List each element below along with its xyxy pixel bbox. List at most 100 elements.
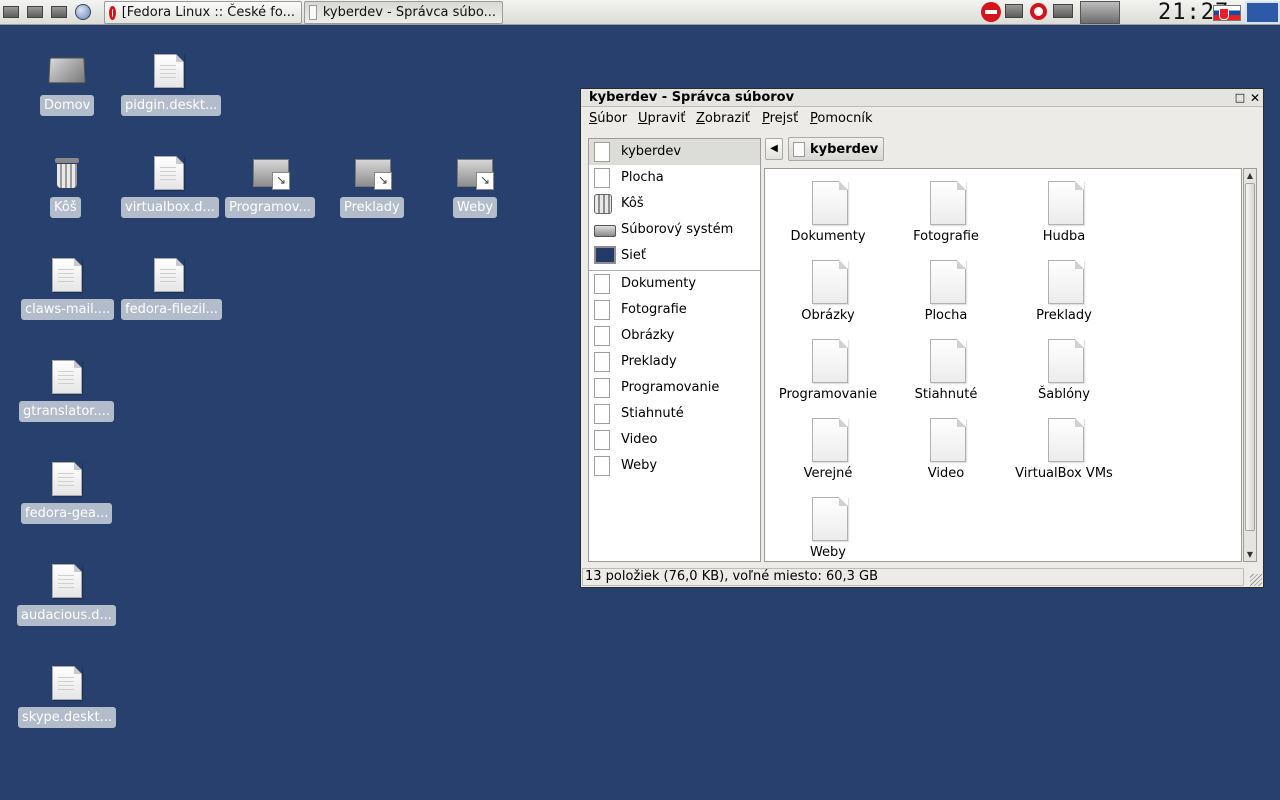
file-icon-view[interactable]: Dokumenty Fotografie Hudba Obrázky Ploch… [764,168,1242,562]
file-label: Plocha [924,308,968,323]
bookmark-obrazky[interactable]: Obrázky [589,323,760,349]
desktop-icon-filezilla[interactable]: fedora-filezil... [117,256,223,324]
side-item-kyberdev[interactable]: kyberdev [589,139,760,165]
file-item-verejne[interactable]: Verejné [769,418,887,484]
taskbar: [Fedora Linux :: České fo... kyberdev - … [0,0,1280,25]
bookmark-programovanie[interactable]: Programovanie [589,375,760,401]
file-label: Hudba [1042,229,1086,244]
bookmark-dokumenty[interactable]: Dokumenty [589,271,760,297]
folder-icon [1048,181,1084,225]
desktop-icon-gtranslator[interactable]: gtranslator.... [15,358,119,426]
file-item-video[interactable]: Video [887,418,1005,484]
desktop-icon-label: Programov... [225,197,315,218]
file-item-dokumenty[interactable]: Dokumenty [769,181,887,247]
desktop-icon-pidgin[interactable]: pidgin.deskt... [117,52,222,120]
scroll-down-arrow-icon[interactable]: ▼ [1244,548,1256,561]
desktop-icon-audacious[interactable]: audacious.d... [15,562,119,630]
folder-icon [930,181,966,225]
opera-tray-icon[interactable] [1030,3,1047,24]
file-item-virtualbox-vms[interactable]: VirtualBox VMs [1005,418,1123,484]
folder-icon [812,418,848,462]
taskbar-task-browser[interactable]: [Fedora Linux :: České fo... [104,1,302,24]
desktop-icon-label: fedora-gea... [21,503,113,524]
path-back-button[interactable]: ◀ [765,138,783,160]
bookmark-video[interactable]: Video [589,427,760,453]
file-label: Obrázky [801,308,855,323]
side-item-kos[interactable]: Kôš [589,191,760,217]
trash-icon [594,194,612,214]
vertical-scrollbar[interactable]: ▲ ▼ [1243,168,1257,562]
bookmark-preklady[interactable]: Preklady [589,349,760,375]
side-item-plocha[interactable]: Plocha [589,165,760,191]
desktop-icon-domov[interactable]: Domov [15,52,119,120]
trash-icon [55,158,79,188]
folder-icon [1048,260,1084,304]
menu-upravit[interactable]: Upraviť [638,111,685,126]
desktop-icon-skype[interactable]: skype.deskt... [15,664,119,732]
desktop-icon-label: claws-mail.... [21,299,115,320]
file-item-preklady[interactable]: Preklady [1005,260,1123,326]
menu-zobrazit[interactable]: Zobraziť [696,111,750,126]
desktop-icon-preklady[interactable]: Preklady [321,154,425,222]
path-button-kyberdev[interactable]: kyberdev [788,137,885,161]
folder-icon [594,326,610,346]
file-item-obrazky[interactable]: Obrázky [769,260,887,326]
file-item-hudba[interactable]: Hudba [1005,181,1123,247]
show-desktop-button[interactable] [1245,1,1280,24]
folder-icon [812,181,848,225]
workspace-pager[interactable] [1080,1,1120,24]
file-item-fotografie[interactable]: Fotografie [887,181,1005,247]
bookmark-stiahnute[interactable]: Stiahnuté [589,401,760,427]
menu-subor[interactable]: Súbor [589,111,627,126]
menu-prejst[interactable]: Prejsť [762,111,798,126]
side-item-label: Súborový systém [621,222,734,237]
taskbar-task-file-manager[interactable]: kyberdev - Správca súbo... [304,1,503,24]
side-item-label: Sieť [621,248,646,263]
side-item-suborovy-system[interactable]: Súborový systém [589,217,760,243]
file-item-sablony[interactable]: Šablóny [1005,339,1123,405]
scrollbar-thumb[interactable] [1245,183,1255,531]
file-icon [52,258,82,292]
desktop-icon-weby[interactable]: Weby [423,154,527,222]
desktop-icon [594,168,610,188]
desktop-icon-kos[interactable]: Kôš [15,154,119,222]
maximize-button[interactable]: □ [1233,91,1247,105]
desktop-icon-label: audacious.d... [17,605,116,626]
bookmark-label: Preklady [621,354,677,369]
file-item-plocha[interactable]: Plocha [887,260,1005,326]
file-manager-window: kyberdev - Správca súborov □ ✕ Súbor Upr… [580,88,1264,588]
desktop-icon-label: skype.deskt... [18,707,116,728]
file-item-programovanie[interactable]: Programovanie [769,339,887,405]
file-item-stiahnute[interactable]: Stiahnuté [887,339,1005,405]
globe-icon[interactable] [75,4,93,20]
window-icon[interactable] [1053,4,1073,18]
opera-icon [109,5,116,20]
desktop-icon-programovanie[interactable]: Programov... [219,154,323,222]
window-icon[interactable] [3,4,21,20]
folder-icon [930,418,966,462]
bookmark-label: Video [621,432,658,447]
file-label: Fotografie [913,229,979,244]
bookmark-fotografie[interactable]: Fotografie [589,297,760,323]
folder-icon [594,404,610,424]
desktop-icon-claws-mail[interactable]: claws-mail.... [15,256,119,324]
no-entry-icon[interactable] [981,2,1001,22]
desktop-icon-virtualbox[interactable]: virtualbox.d... [117,154,221,222]
close-button[interactable]: ✕ [1248,91,1262,105]
side-item-siet[interactable]: Sieť [589,243,760,269]
bookmark-label: Stiahnuté [621,406,684,421]
resize-grip-icon[interactable] [1250,574,1262,586]
window-icon[interactable] [1005,4,1023,18]
scroll-up-arrow-icon[interactable]: ▲ [1244,169,1256,182]
desktop-icon-label: virtualbox.d... [121,197,219,218]
file-item-weby[interactable]: Weby [769,497,887,563]
desktop-icon-fedora-geany[interactable]: fedora-gea... [15,460,119,528]
bookmark-weby[interactable]: Weby [589,453,760,479]
folder-icon [594,300,610,320]
window-icon[interactable] [51,4,69,20]
menu-pomocnik[interactable]: Pomocník [810,111,873,126]
window-titlebar[interactable]: kyberdev - Správca súborov □ ✕ [581,89,1263,107]
window-icon[interactable] [27,4,45,20]
desktop-icon-label: Domov [40,95,95,116]
keyboard-layout-flag-icon[interactable] [1213,5,1241,21]
